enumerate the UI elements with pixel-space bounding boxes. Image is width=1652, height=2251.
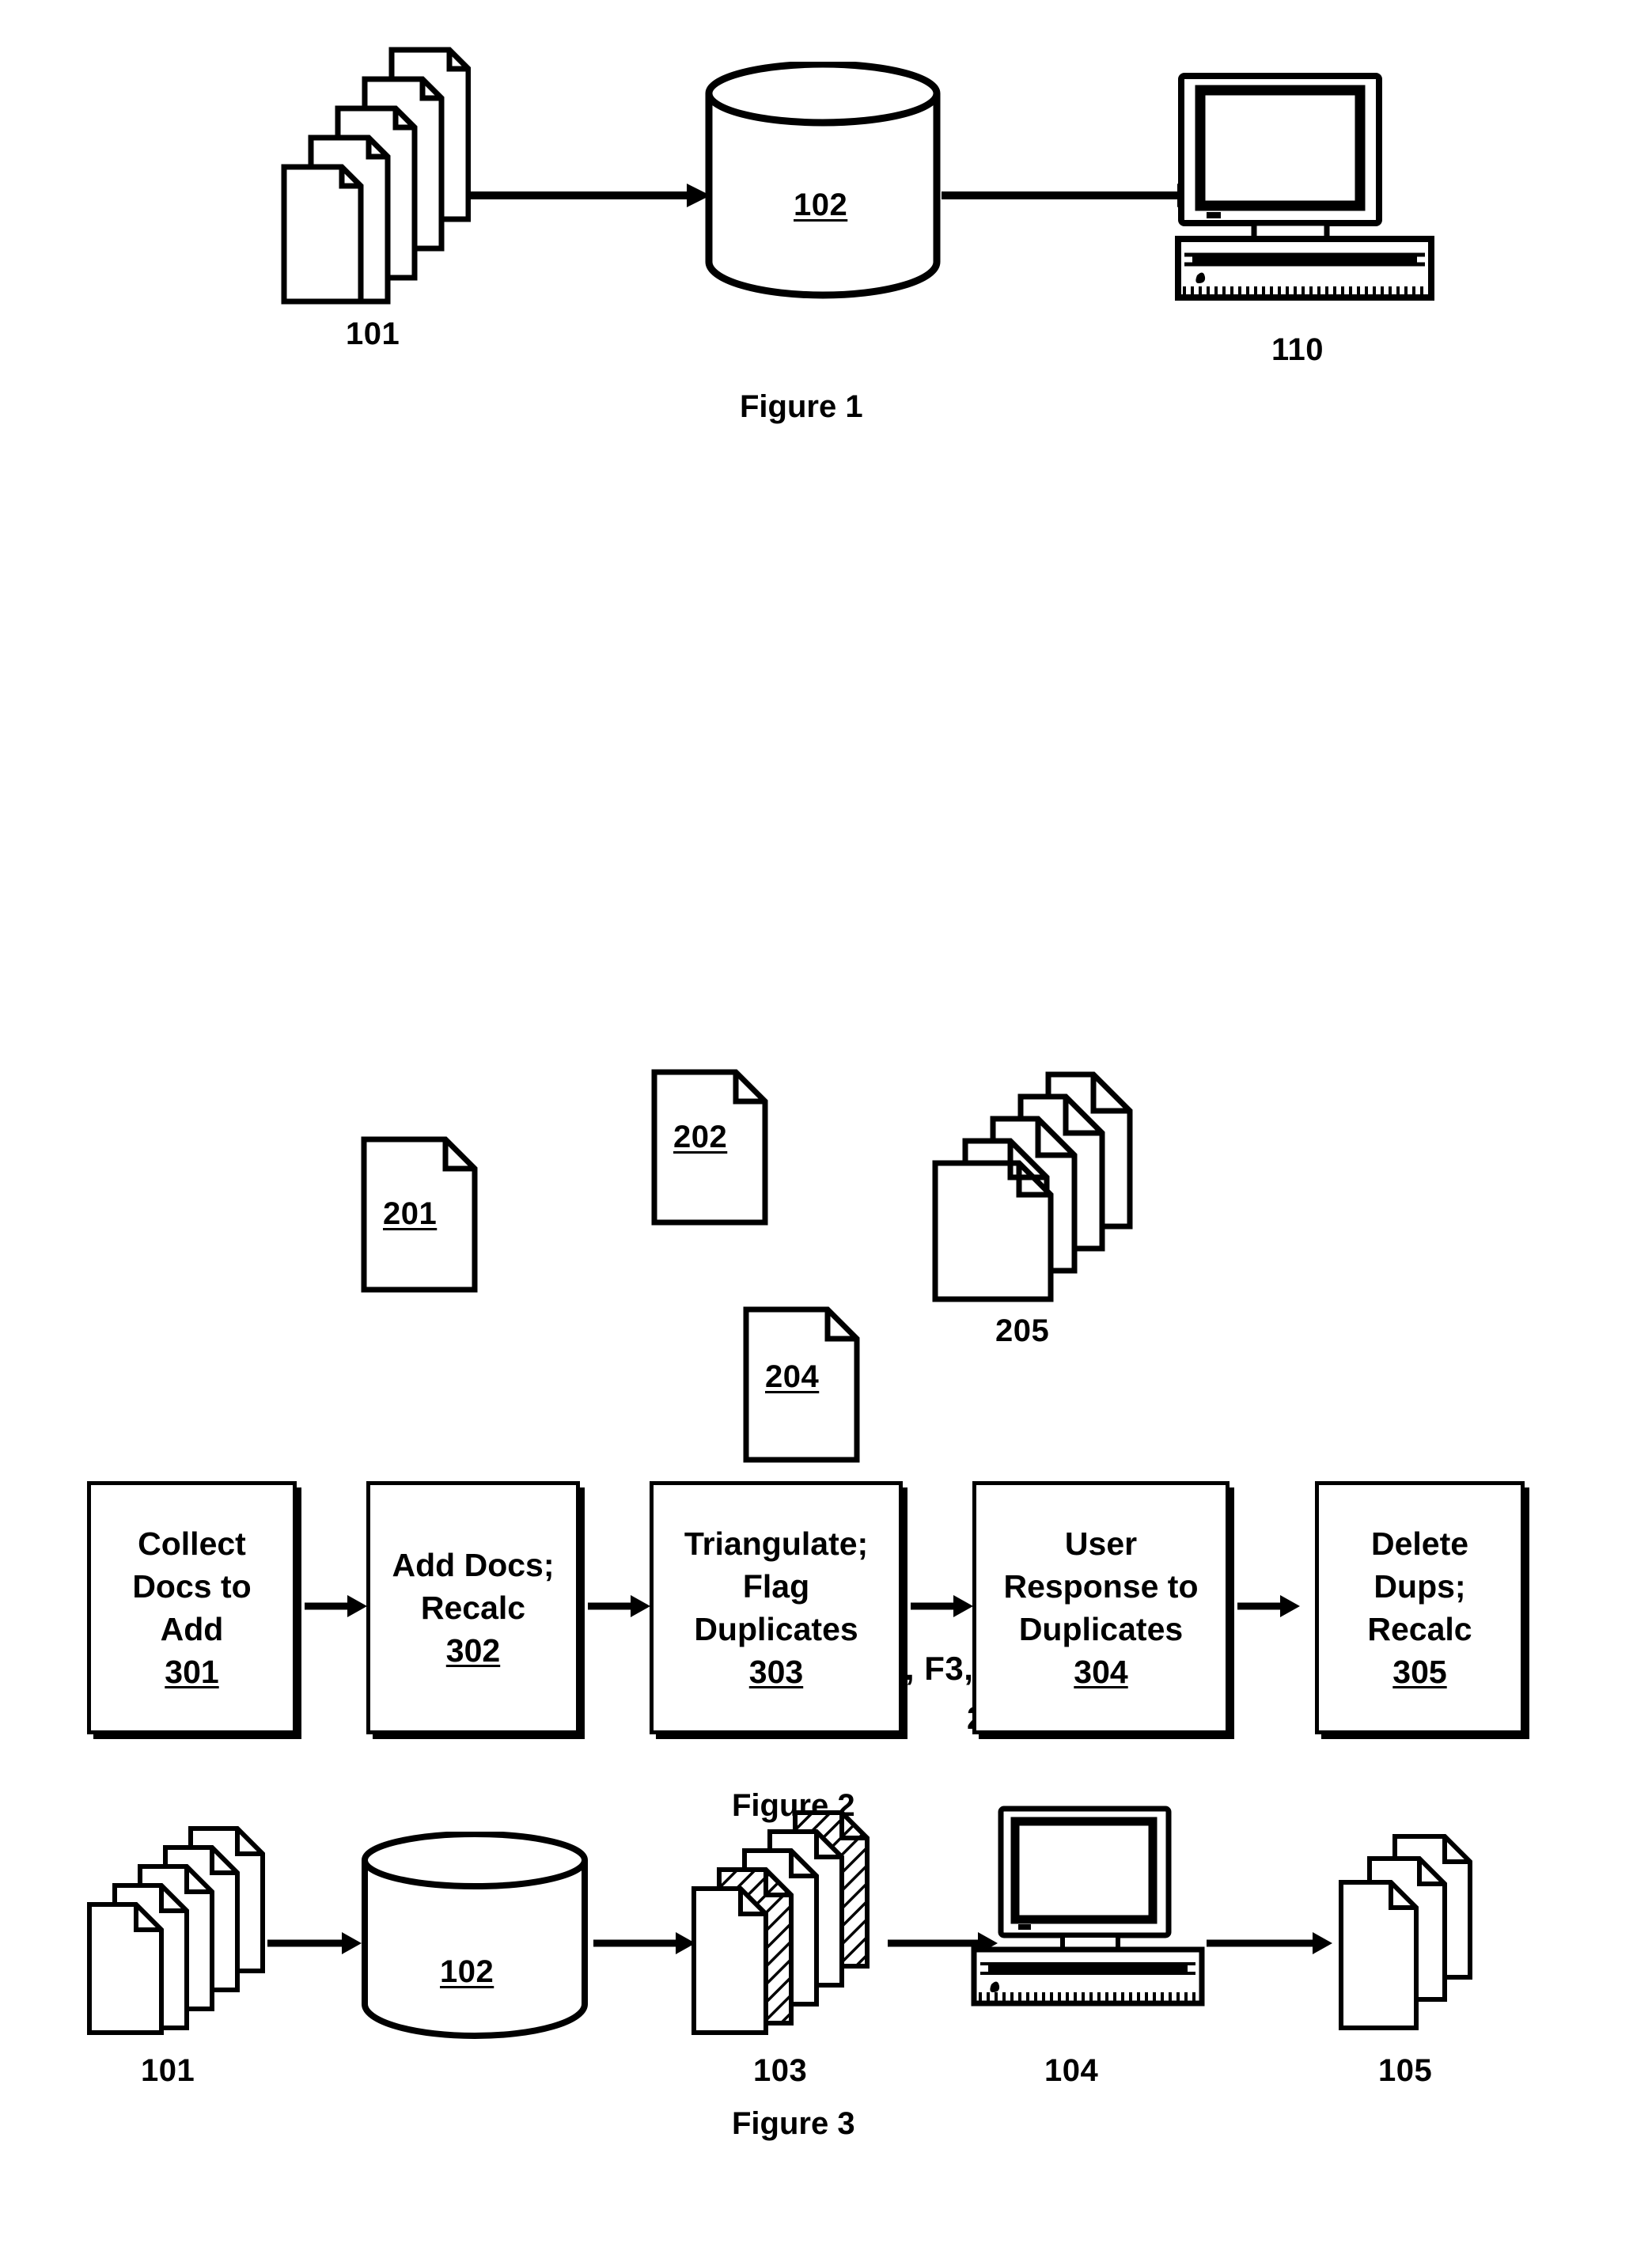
flagged-document-stack-103 — [690, 1808, 888, 2037]
arrow-101-to-102-fig3 — [267, 1931, 362, 1956]
flow-step-301[interactable]: Collect Docs to Add 301 — [87, 1481, 297, 1734]
figure-1: 101 102 110 Figure 1 — [0, 0, 1652, 443]
arrow-102-to-110 — [942, 182, 1203, 209]
flow-step-305-line-2: Dups; — [1374, 1567, 1466, 1605]
arrow-303-to-304 — [911, 1594, 974, 1619]
flow-step-303-line-2: Flag — [742, 1567, 810, 1605]
document-stack-101-fig3 — [85, 1824, 267, 2037]
figure-3: Collect Docs to Add 301 Add Docs; Recalc… — [0, 1464, 1652, 2251]
label-101-fig3: 101 — [141, 2053, 195, 2088]
figure-3-caption: Figure 3 — [732, 2106, 855, 2141]
database-cylinder-102 — [704, 62, 942, 299]
flow-step-305-number: 305 — [1392, 1654, 1447, 1691]
label-104: 104 — [1044, 2053, 1099, 2088]
patent-figure-page: 101 102 110 Figure 1 201 202 204 205 F3,… — [0, 0, 1652, 2251]
flow-step-303-line-3: Duplicates — [694, 1611, 858, 1647]
document-stack-105 — [1337, 1832, 1503, 2037]
label-103: 103 — [753, 2053, 808, 2088]
label-205: 205 — [995, 1313, 1050, 1348]
computer-104 — [969, 1804, 1207, 2033]
flow-step-302-line-2: Recalc — [420, 1589, 526, 1626]
flow-step-305-line-1: Delete — [1370, 1525, 1469, 1562]
flow-step-305-line-3: Recalc — [1367, 1611, 1472, 1647]
label-102: 102 — [794, 188, 848, 222]
label-102-fig3: 102 — [440, 1954, 494, 1989]
flow-step-301-number: 301 — [165, 1654, 219, 1691]
database-cylinder-102-fig3 — [360, 1832, 589, 2041]
figure-2: 201 202 204 203 — [0, 514, 1652, 1823]
flow-step-302-number: 302 — [445, 1632, 501, 1669]
arrow-102-to-103-fig3 — [593, 1931, 696, 1956]
label-202: 202 — [673, 1120, 728, 1154]
flow-step-304-line-1: User — [1064, 1525, 1138, 1562]
document-stack-101 — [281, 44, 471, 305]
arrow-104-to-105 — [1207, 1931, 1333, 1956]
document-stack-205 — [930, 1068, 1135, 1306]
label-110: 110 — [1271, 332, 1324, 367]
flow-step-304-line-3: Duplicates — [1018, 1611, 1184, 1647]
arrow-101-to-102 — [467, 182, 712, 209]
computer-110 — [1175, 71, 1436, 309]
flow-step-304-number: 304 — [1074, 1654, 1128, 1691]
flow-step-305[interactable]: Delete Dups; Recalc 305 — [1315, 1481, 1525, 1734]
flow-step-304[interactable]: User Response to Duplicates 304 — [972, 1481, 1230, 1734]
flow-step-302-line-1: Add Docs; — [392, 1546, 555, 1583]
flow-step-301-line-1: Collect — [138, 1525, 246, 1562]
arrow-301-to-302 — [305, 1594, 368, 1619]
label-105: 105 — [1378, 2053, 1433, 2088]
flow-step-304-line-2: Response to — [1003, 1567, 1199, 1605]
arrow-304-to-305 — [1237, 1594, 1301, 1619]
label-204: 204 — [765, 1359, 820, 1394]
flow-step-303-line-1: Triangulate; — [684, 1525, 869, 1562]
arrow-302-to-303 — [588, 1594, 651, 1619]
label-201: 201 — [383, 1196, 438, 1231]
figure-1-caption: Figure 1 — [740, 389, 863, 424]
flow-step-303[interactable]: Triangulate; Flag Duplicates 303 — [650, 1481, 903, 1734]
flow-step-301-line-3: Add — [160, 1611, 224, 1647]
label-101: 101 — [346, 316, 400, 351]
flow-step-303-number: 303 — [748, 1654, 804, 1691]
flow-step-301-line-2: Docs to — [132, 1567, 252, 1605]
flow-step-302[interactable]: Add Docs; Recalc 302 — [366, 1481, 580, 1734]
